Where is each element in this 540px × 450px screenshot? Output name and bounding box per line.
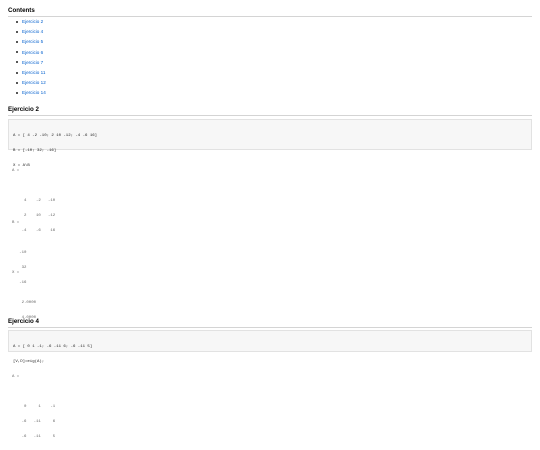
toc-item: Ejercicio 5 <box>16 39 46 49</box>
code-line: A = [ 4 -2 -10; 2 10 -12; -4 -6 16] <box>13 134 98 138</box>
section-heading-ejercicio-4: Ejercicio 4 <box>8 318 532 328</box>
output-line: -6 -11 6 <box>12 420 56 424</box>
toc-link-ejercicio-5[interactable]: Ejercicio 5 <box>22 39 43 44</box>
code-line: A = [ 0 1 -1; -6 -11 6; -6 -11 5] <box>13 345 93 349</box>
code-block-ejercicio-4: A = [ 0 1 -1; -6 -11 6; -6 -11 5] [V,D]=… <box>8 330 532 364</box>
toc-link-ejercicio-4[interactable]: Ejercicio 4 <box>22 29 43 34</box>
toc-item: Ejercicio 4 <box>16 29 46 39</box>
toc-item: Ejercicio 2 <box>16 19 46 29</box>
output-line: 4 -2 -10 <box>12 199 56 203</box>
code-line: X = A\B <box>13 164 30 168</box>
output-line: -6 -11 5 <box>12 435 56 439</box>
section-heading-ejercicio-2: Ejercicio 2 <box>8 106 532 116</box>
toc-link-ejercicio-2[interactable]: Ejercicio 2 <box>22 19 43 24</box>
toc-item: Ejercicio 12 <box>16 80 46 90</box>
toc-item: Ejercicio 6 <box>16 50 46 60</box>
output-matrix-a-ejercicio-4: A = 0 1 -1 -6 -11 6 -6 -11 5 <box>12 365 55 450</box>
output-line: X = <box>12 271 20 275</box>
toc-link-ejercicio-12[interactable]: Ejercicio 12 <box>22 80 46 85</box>
toc-link-ejercicio-11[interactable]: Ejercicio 11 <box>22 70 45 75</box>
output-line: 2.0000 <box>12 301 37 305</box>
output-line: B = <box>12 221 20 225</box>
toc-link-ejercicio-14[interactable]: Ejercicio 14 <box>22 90 46 95</box>
code-line: [V,D]=eig(A); <box>13 360 45 364</box>
output-line: 0 1 -1 <box>12 405 56 409</box>
code-block-ejercicio-2: A = [ 4 -2 -10; 2 10 -12; -4 -6 16] B = … <box>8 119 532 168</box>
code-line: B = [-10; 32; -16] <box>13 149 57 153</box>
contents-list: Ejercicio 2 Ejercicio 4 Ejercicio 5 Ejer… <box>16 19 46 101</box>
output-line: A = <box>12 169 20 173</box>
output-line: -10 <box>12 251 27 255</box>
toc-item: Ejercicio 11 <box>16 70 46 80</box>
toc-link-ejercicio-6[interactable]: Ejercicio 6 <box>22 50 43 55</box>
toc-link-ejercicio-7[interactable]: Ejercicio 7 <box>22 60 43 65</box>
toc-item: Ejercicio 7 <box>16 60 46 70</box>
output-line: A = <box>12 375 20 379</box>
toc-item: Ejercicio 14 <box>16 90 46 100</box>
contents-heading: Contents <box>8 7 532 17</box>
